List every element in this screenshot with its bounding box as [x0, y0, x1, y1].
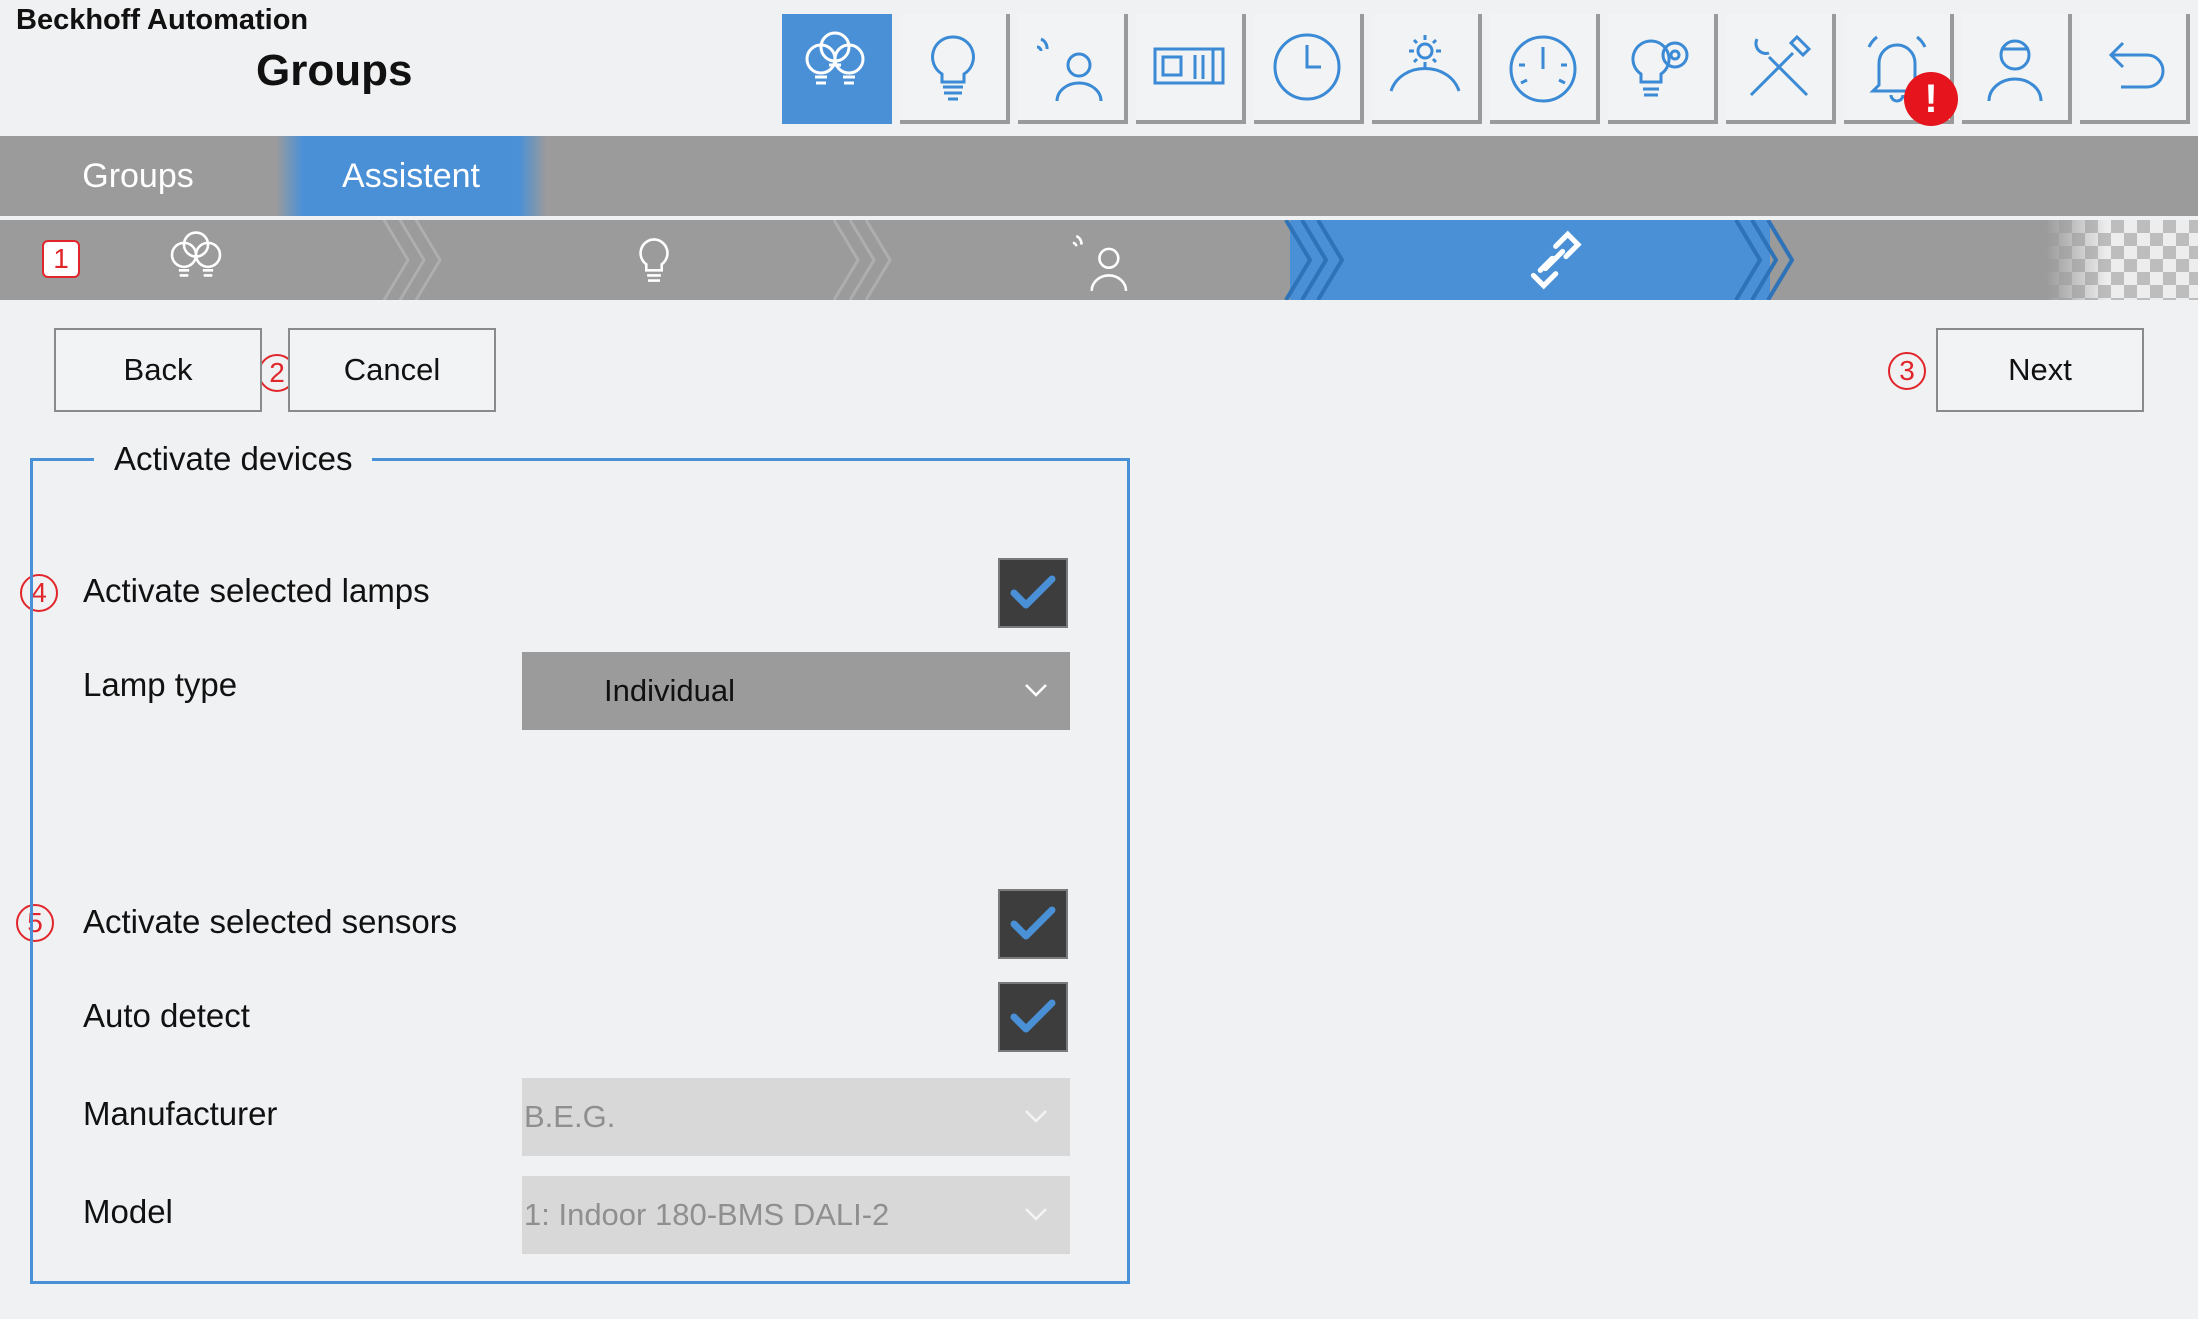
step-separator-chevron: [1734, 220, 1795, 300]
manufacturer-value: B.E.G.: [524, 1099, 616, 1134]
checkmark-icon: [1010, 575, 1056, 609]
presence-sensor-icon: [1072, 234, 1128, 291]
nav-schedule-button[interactable]: [1254, 14, 1364, 124]
activate-sensors-checkbox[interactable]: [998, 889, 1068, 959]
model-label: Model: [83, 1193, 173, 1230]
gauge-icon: [1509, 35, 1577, 103]
nav-groups-button[interactable]: [782, 14, 892, 124]
lamp-type-value: Individual: [604, 673, 735, 708]
lamps-group-icon: [805, 31, 865, 85]
lamp-type-select[interactable]: Individual: [522, 652, 1070, 730]
user-icon: [1987, 39, 2043, 102]
manufacturer-select[interactable]: B.E.G.: [522, 1078, 1070, 1156]
next-button[interactable]: Next: [1936, 328, 2144, 412]
group-legend: Activate devices: [94, 440, 373, 478]
nav-meter-button[interactable]: [1490, 14, 1600, 124]
lightbulb-icon: [639, 238, 669, 282]
lamp-type-label: Lamp type: [83, 666, 238, 703]
cancel-button[interactable]: Cancel: [288, 328, 496, 412]
step-separator-chevron: [382, 220, 442, 300]
lamp-gear-icon: [1631, 39, 1689, 97]
page-title: Groups: [256, 46, 413, 95]
wizard-step-3[interactable]: [1060, 222, 1144, 298]
back-button[interactable]: Back: [54, 328, 262, 412]
presence-sensor-icon: [1036, 37, 1103, 102]
tools-icon: [1749, 34, 1812, 97]
nav-daylight-button[interactable]: [1372, 14, 1482, 124]
tab-assistent[interactable]: Assistent: [276, 136, 546, 216]
nav-lamp-settings-button[interactable]: [1608, 14, 1718, 124]
activate-sensors-label: Activate selected sensors: [83, 903, 458, 940]
auto-detect-checkbox[interactable]: [998, 982, 1068, 1052]
nav-user-button[interactable]: [1962, 14, 2072, 124]
sun-icon: [1389, 35, 1461, 92]
wizard-step-1[interactable]: [156, 222, 236, 298]
alarm-badge: !: [1904, 72, 1958, 126]
link-icon: [1530, 230, 1582, 290]
model-value: 1: Indoor 180-BMS DALI-2: [524, 1197, 890, 1232]
checkmark-icon: [1010, 999, 1056, 1033]
clock-icon: [1273, 33, 1341, 101]
activate-lamps-checkbox[interactable]: [998, 558, 1068, 628]
lamps-group-icon: [170, 231, 222, 277]
model-select[interactable]: 1: Indoor 180-BMS DALI-2: [522, 1176, 1070, 1254]
nav-sensor-button[interactable]: [1018, 14, 1128, 124]
brand-name: Beckhoff Automation: [16, 4, 309, 36]
chevron-down-icon: [1025, 1208, 1047, 1221]
blinds-icon: [1153, 47, 1225, 85]
manufacturer-label: Manufacturer: [83, 1095, 278, 1132]
tab-groups[interactable]: Groups: [40, 136, 236, 216]
wizard-steps-fade: [2046, 220, 2198, 300]
nav-lamp-button[interactable]: [900, 14, 1010, 124]
callout-3: 3: [1888, 352, 1926, 390]
auto-detect-label: Auto detect: [83, 997, 250, 1034]
nav-tools-button[interactable]: [1726, 14, 1836, 124]
checkmark-icon: [1010, 906, 1056, 940]
wizard-step-2[interactable]: [618, 222, 690, 298]
step-separator-chevron: [832, 220, 892, 300]
callout-1: 1: [42, 240, 80, 278]
undo-icon: [2108, 41, 2165, 89]
chevron-down-icon: [1025, 1110, 1047, 1123]
nav-blinds-button[interactable]: [1136, 14, 1246, 124]
lightbulb-icon: [931, 35, 975, 101]
activate-lamps-label: Activate selected lamps: [83, 572, 430, 609]
nav-back-button[interactable]: [2080, 14, 2190, 124]
step-separator-chevron: [1284, 220, 1345, 300]
chevron-down-icon: [1025, 684, 1047, 697]
wizard-step-4[interactable]: [1514, 222, 1594, 298]
